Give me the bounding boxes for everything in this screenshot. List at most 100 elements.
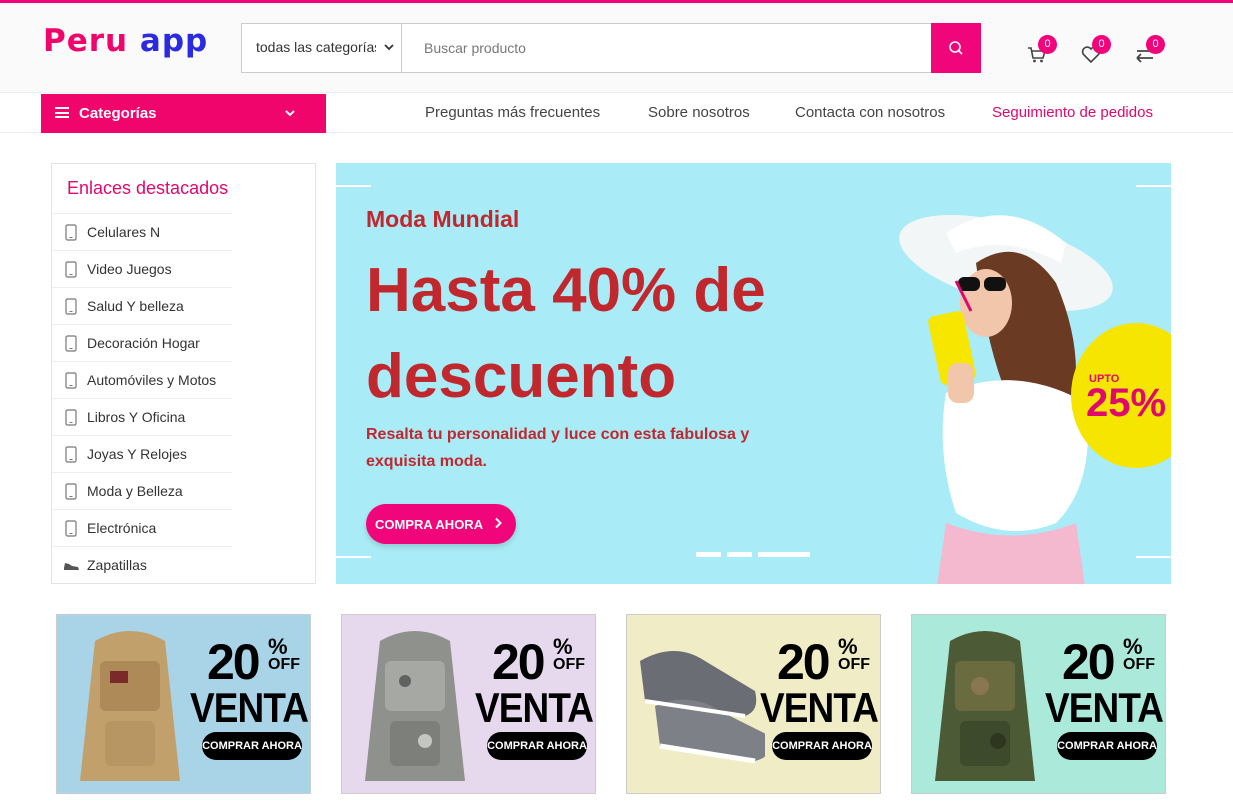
phone-icon — [65, 224, 77, 241]
compare-button[interactable]: 0 — [1134, 35, 1165, 67]
chevron-down-icon — [285, 110, 295, 117]
phone-icon — [65, 261, 77, 278]
shop-now-button[interactable]: COMPRA AHORA — [366, 504, 516, 544]
sidebar-item-label: Zapatillas — [87, 557, 147, 573]
hero-banner: Moda Mundial Hasta 40% de descuento Resa… — [336, 163, 1171, 584]
backpack-image — [80, 631, 180, 781]
promo-off: % OFF — [1123, 634, 1155, 673]
promo-off: % OFF — [268, 634, 300, 673]
chevron-down-icon — [384, 44, 394, 51]
category-select-value: todas las categorías — [256, 39, 376, 55]
shop-now-label: COMPRA AHORA — [375, 517, 484, 532]
sidebar-item-label: Video Juegos — [87, 261, 172, 277]
sidebar-item-label: Celulares N — [87, 224, 161, 240]
promo-off: % OFF — [553, 634, 585, 673]
phone-icon — [65, 483, 77, 500]
sidebar-item-automoviles-motos[interactable]: Automóviles y Motos — [52, 361, 232, 398]
promo-card-2[interactable]: 20 % OFF VENTA COMPRAR AHORA — [341, 614, 596, 794]
main-nav: Categorías Preguntas más frecuentes Sobr… — [0, 94, 1233, 133]
promo-label: VENTA — [760, 684, 879, 731]
sidebar-item-joyas-relojes[interactable]: Joyas Y Relojes — [52, 435, 232, 472]
phone-icon — [65, 372, 77, 389]
promo-label: VENTA — [475, 684, 594, 731]
promo-buy-button[interactable]: COMPRAR AHORA — [487, 732, 587, 760]
logo-part1: Peru — [43, 23, 129, 59]
sidebar-item-label: Automóviles y Motos — [87, 372, 217, 388]
slider-dot-active[interactable] — [758, 552, 810, 557]
nav-link-contact[interactable]: Contacta con nosotros — [795, 104, 945, 121]
promo-card-1[interactable]: 20 % OFF VENTA COMPRAR AHORA — [56, 614, 311, 794]
balloon-percent: 25% — [1086, 381, 1167, 425]
promo-buy-button[interactable]: COMPRAR AHORA — [1057, 732, 1157, 760]
sidebar-item-label: Decoración Hogar — [87, 335, 200, 351]
nav-link-about[interactable]: Sobre nosotros — [648, 104, 750, 121]
slider-dots — [696, 552, 816, 570]
promo-buy-button[interactable]: COMPRAR AHORA — [772, 732, 872, 760]
sidebar-item-label: Moda y Belleza — [87, 483, 183, 499]
sneakers-image — [640, 651, 765, 764]
search-bar: todas las categorías — [241, 23, 981, 73]
sidebar-item-video-juegos[interactable]: Video Juegos — [52, 250, 232, 287]
promo-percent: 20 — [1062, 634, 1116, 690]
promo-off: % OFF — [838, 634, 870, 673]
corner-line — [1136, 185, 1171, 187]
sidebar-item-celulares[interactable]: Celulares N — [52, 213, 232, 250]
promo-percent: 20 — [207, 634, 261, 690]
sidebar-item-salud-belleza[interactable]: Salud Y belleza — [52, 287, 232, 324]
promo-buy-button[interactable]: COMPRAR AHORA — [202, 732, 302, 760]
featured-links-sidebar: Enlaces destacados Celulares N Video Jue… — [51, 163, 316, 584]
promo-percent: 20 — [492, 634, 546, 690]
wishlist-count-badge: 0 — [1092, 35, 1111, 54]
category-select[interactable]: todas las categorías — [242, 24, 402, 72]
backpack-image — [365, 631, 465, 781]
nav-link-faq[interactable]: Preguntas más frecuentes — [425, 104, 600, 121]
search-icon — [949, 41, 963, 55]
cart-button[interactable]: 0 — [1026, 35, 1057, 67]
phone-icon — [65, 446, 77, 463]
promo-off-label: OFF — [1123, 656, 1155, 673]
search-button[interactable] — [931, 23, 981, 73]
cart-count-badge: 0 — [1038, 35, 1057, 54]
corner-line — [336, 556, 371, 558]
corner-line — [336, 185, 371, 187]
hero-subtitle: Moda Mundial — [366, 206, 520, 232]
sidebar-item-libros-oficina[interactable]: Libros Y Oficina — [52, 398, 232, 435]
promo-off-label: OFF — [268, 656, 300, 673]
sidebar-item-moda-belleza[interactable]: Moda y Belleza — [52, 472, 232, 509]
logo-part2: app — [139, 23, 209, 59]
hero-headline: Hasta 40% de descuento — [366, 256, 766, 411]
hamburger-icon — [55, 107, 69, 118]
slider-dot[interactable] — [696, 552, 721, 557]
phone-icon — [65, 335, 77, 352]
sidebar-title: Enlaces destacados — [67, 178, 229, 198]
phone-icon — [65, 298, 77, 315]
sidebar-item-label: Joyas Y Relojes — [87, 446, 187, 462]
chevron-right-icon — [495, 517, 502, 529]
slider-dot[interactable] — [727, 552, 752, 557]
sidebar-list: Celulares N Video Juegos Salud Y belleza… — [52, 213, 232, 583]
site-header: Peru app todas las categorías 0 0 0 — [0, 3, 1233, 93]
hero-text: Resalta tu personalidad y luce con esta … — [366, 426, 750, 470]
compare-count-badge: 0 — [1146, 35, 1165, 54]
promo-off-label: OFF — [553, 656, 585, 673]
categories-label: Categorías — [79, 105, 157, 122]
promo-card-3[interactable]: 20 % OFF VENTA COMPRAR AHORA — [626, 614, 881, 794]
nav-link-order-tracking[interactable]: Seguimiento de pedidos — [992, 104, 1153, 121]
logo[interactable]: Peru app — [43, 23, 208, 59]
phone-icon — [65, 520, 77, 537]
sidebar-item-electronica[interactable]: Electrónica — [52, 509, 232, 546]
wishlist-button[interactable]: 0 — [1080, 35, 1111, 67]
promo-off-label: OFF — [838, 656, 870, 673]
promo-label: VENTA — [190, 684, 309, 731]
promo-label: VENTA — [1045, 684, 1164, 731]
sidebar-item-zapatillas[interactable]: Zapatillas — [52, 546, 232, 583]
phone-icon — [65, 409, 77, 426]
shoe-icon — [64, 563, 79, 570]
sidebar-item-decoracion-hogar[interactable]: Decoración Hogar — [52, 324, 232, 361]
categories-menu-button[interactable]: Categorías — [41, 94, 326, 133]
sidebar-item-label: Salud Y belleza — [87, 298, 184, 314]
promo-percent: 20 — [777, 634, 831, 690]
backpack-image — [935, 631, 1035, 781]
promo-card-4[interactable]: 20 % OFF VENTA COMPRAR AHORA — [911, 614, 1166, 794]
search-input[interactable] — [403, 24, 931, 72]
